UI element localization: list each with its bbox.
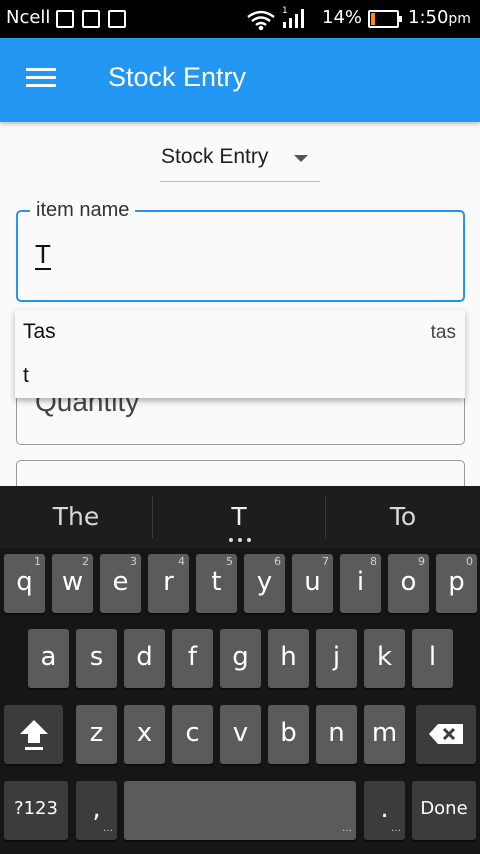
key-label: , [92, 794, 101, 824]
key-p[interactable]: p0 [436, 554, 477, 613]
space-key[interactable]: … [124, 781, 356, 840]
signal-icon: 1 [282, 6, 304, 28]
done-key[interactable]: Done [412, 781, 476, 840]
key-label: p [448, 567, 465, 597]
image-icon [108, 10, 126, 28]
screen: Ncell 1 14% 1:50pm Stock Entry Stock Ent… [0, 0, 480, 854]
comma-key[interactable]: ,… [76, 781, 117, 840]
candidate-word[interactable]: To [326, 486, 480, 548]
status-bar: Ncell 1 14% 1:50pm [0, 0, 480, 38]
key-hint: 3 [130, 555, 137, 568]
key-label: o [400, 567, 417, 597]
suggestion-item[interactable]: Tas tas [15, 310, 465, 354]
item-name-label: item name [30, 199, 136, 222]
candidate-word[interactable]: The [0, 486, 152, 548]
key-b[interactable]: b [268, 705, 309, 764]
clock-suffix: pm [448, 11, 471, 27]
period-key[interactable]: .… [364, 781, 405, 840]
key-label: . [380, 794, 389, 824]
key-label: w [61, 567, 84, 597]
clock-time: 1:50 [408, 7, 449, 28]
key-v[interactable]: v [220, 705, 261, 764]
clock: 1:50pm [408, 7, 471, 28]
key-hint: 9 [418, 555, 425, 568]
shift-arrow-icon [19, 720, 48, 750]
key-label: r [163, 567, 174, 597]
key-d[interactable]: d [124, 629, 165, 688]
candidate-bar: The T To [0, 486, 480, 548]
more-keys-icon: … [342, 823, 352, 834]
key-s[interactable]: s [76, 629, 117, 688]
battery-icon [368, 10, 402, 28]
symbols-key[interactable]: ?123 [4, 781, 68, 840]
key-hint: 0 [466, 555, 473, 568]
menu-icon[interactable] [26, 68, 56, 92]
key-g[interactable]: g [220, 629, 261, 688]
key-label: y [256, 567, 273, 597]
sim-icon [56, 10, 74, 28]
key-j[interactable]: j [316, 629, 357, 688]
key-r[interactable]: r4 [148, 554, 189, 613]
battery-percent: 14% [322, 7, 363, 28]
key-label: e [112, 567, 129, 597]
battery-level [371, 13, 375, 25]
key-e[interactable]: e3 [100, 554, 141, 613]
key-w[interactable]: w2 [52, 554, 93, 613]
key-o[interactable]: o9 [388, 554, 429, 613]
wifi-icon [247, 10, 275, 31]
key-t[interactable]: t5 [196, 554, 237, 613]
more-keys-icon: … [391, 823, 401, 834]
item-name-value: T [35, 239, 51, 270]
key-a[interactable]: a [28, 629, 69, 688]
entry-type-dropdown[interactable]: Stock Entry [160, 138, 320, 182]
key-c[interactable]: c [172, 705, 213, 764]
key-u[interactable]: u7 [292, 554, 333, 613]
page-title: Stock Entry [108, 62, 247, 92]
svg-text:1: 1 [282, 6, 288, 16]
more-candidates-icon[interactable] [229, 538, 251, 542]
dropdown-arrow-icon [294, 155, 308, 162]
key-hint: 2 [82, 555, 89, 568]
key-hint: 8 [370, 555, 377, 568]
key-label: i [356, 567, 365, 597]
key-hint: 7 [322, 555, 329, 568]
key-m[interactable]: m [364, 705, 405, 764]
key-f[interactable]: f [172, 629, 213, 688]
key-label: u [304, 567, 321, 597]
key-q[interactable]: q1 [4, 554, 45, 613]
key-n[interactable]: n [316, 705, 357, 764]
gallery-icon [82, 10, 100, 28]
key-x[interactable]: x [124, 705, 165, 764]
key-hint: 6 [274, 555, 281, 568]
suggestion-item[interactable]: t [15, 354, 465, 398]
key-label: q [16, 567, 33, 597]
suggestion-text: t [23, 364, 29, 387]
key-z[interactable]: z [76, 705, 117, 764]
key-k[interactable]: k [364, 629, 405, 688]
app-bar: Stock Entry [0, 38, 480, 122]
backspace-icon [429, 724, 463, 744]
key-i[interactable]: i8 [340, 554, 381, 613]
key-l[interactable]: l [412, 629, 453, 688]
item-name-field[interactable]: item name T [16, 199, 465, 302]
key-hint: 1 [34, 555, 41, 568]
backspace-key[interactable] [416, 705, 476, 764]
suggestion-hint: tas [430, 322, 456, 343]
autocomplete-popup: Tas tas t [15, 310, 465, 398]
more-keys-icon: … [103, 823, 113, 834]
shift-key[interactable] [4, 705, 63, 764]
suggestion-text: Tas [23, 320, 56, 343]
key-label: t [211, 567, 222, 597]
entry-type-selected: Stock Entry [161, 145, 269, 168]
key-hint: 4 [178, 555, 185, 568]
soft-keyboard: The T To q1 w2 e3 r4 t5 y6 u7 i8 o9 p0 a… [0, 486, 480, 854]
key-y[interactable]: y6 [244, 554, 285, 613]
carrier-name: Ncell [6, 7, 51, 28]
key-hint: 5 [226, 555, 233, 568]
key-h[interactable]: h [268, 629, 309, 688]
